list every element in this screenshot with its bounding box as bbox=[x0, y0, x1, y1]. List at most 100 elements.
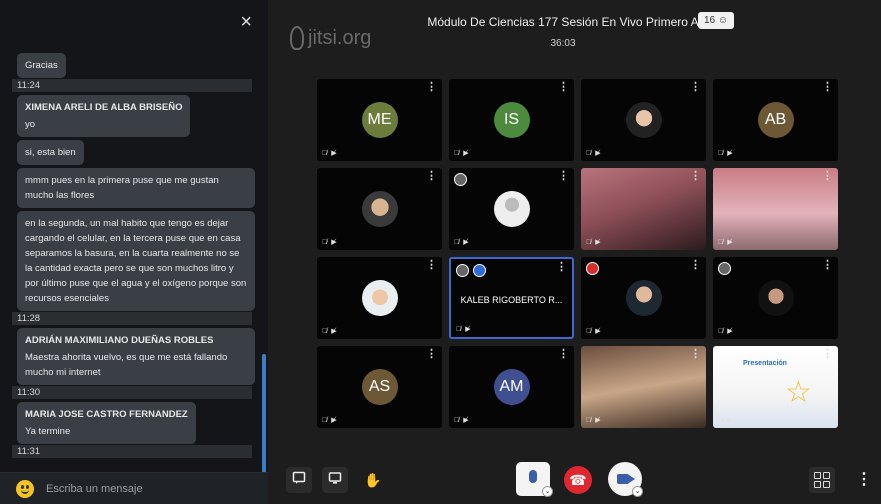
chat-message: XIMENA ARELI DE ALBA BRISEÑO yo bbox=[17, 95, 191, 137]
connection-indicator-icon[interactable] bbox=[454, 173, 467, 186]
tile-menu-icon[interactable]: ⋮ bbox=[558, 82, 569, 93]
chat-message: ADRIÁN MAXIMILIANO DUEÑAS ROBLES Maestra … bbox=[17, 328, 255, 385]
participant-tile[interactable]: AM ⋮ 🎙̸ ▶̸ bbox=[449, 346, 574, 428]
muted-mic-icon: 🎙̸ ▶̸ bbox=[718, 150, 734, 157]
chat-input-bar[interactable]: Escriba un mensaje bbox=[0, 472, 268, 504]
shared-slide-title: Presentación bbox=[743, 360, 787, 367]
participant-tile[interactable]: AS ⋮ 🎙̸ ▶̸ bbox=[317, 346, 442, 428]
muted-mic-icon: 🎙̸ ▶̸ bbox=[322, 417, 338, 424]
jitsi-logo: jitsi.org bbox=[290, 26, 371, 50]
jitsi-meeting-window: × Gracias 11:24 XIMENA ARELI DE ALBA BRISE… bbox=[0, 0, 881, 504]
participant-tile[interactable]: AB ⋮ 🎙̸ ▶̸ bbox=[713, 79, 838, 161]
participant-tile[interactable]: ⋮ 🎙̸ ▶̸ bbox=[581, 79, 706, 161]
participant-tile[interactable]: ⋮ 🎙̸ ▶̸ bbox=[581, 168, 706, 250]
chat-toggle-button[interactable] bbox=[286, 467, 312, 493]
message-text: mmm pues en la primera puse que me gusta… bbox=[25, 175, 219, 201]
tile-menu-icon[interactable]: ⋮ bbox=[690, 171, 701, 182]
tile-menu-icon[interactable]: ⋮ bbox=[558, 349, 569, 360]
participant-avatar bbox=[757, 280, 794, 316]
participant-tile[interactable]: ⋮ 🎙̸ ▶̸ bbox=[581, 346, 706, 428]
tile-menu-icon[interactable]: ⋮ bbox=[556, 262, 567, 273]
hangup-icon: ☎ bbox=[569, 472, 587, 488]
tile-menu-icon[interactable]: ⋮ bbox=[822, 171, 833, 182]
participant-tile[interactable]: IS ⋮ 🎙̸ ▶̸ bbox=[449, 79, 574, 161]
message-text: Ya termine bbox=[25, 426, 71, 437]
muted-mic-icon: 🎙̸ ▶̸ bbox=[454, 417, 470, 424]
conference-area: jitsi.org Módulo De Ciencias 177 Sesión … bbox=[268, 0, 881, 504]
jitsi-logo-icon bbox=[290, 26, 304, 50]
participant-tile[interactable]: ⋮ 🎙̸ ▶̸ bbox=[713, 257, 838, 339]
participant-avatar bbox=[625, 280, 662, 316]
message-timestamp: 11:31 bbox=[12, 445, 252, 458]
chat-message: si, esta bien bbox=[17, 140, 84, 165]
participant-tile[interactable]: ⋮ 🎙̸ ▶̸ bbox=[317, 168, 442, 250]
chat-scrollbar[interactable] bbox=[262, 354, 266, 472]
message-text: en la segunda, un mal habito que tengo e… bbox=[25, 218, 247, 304]
tile-menu-icon[interactable]: ⋮ bbox=[690, 82, 701, 93]
participant-tile[interactable]: ME ⋮ 🎙̸ ▶̸ bbox=[317, 79, 442, 161]
slide-star-icon: ☆ bbox=[785, 376, 812, 409]
message-timestamp: 11:28 bbox=[12, 312, 252, 325]
tile-menu-icon[interactable]: ⋮ bbox=[426, 82, 437, 93]
participant-tile[interactable]: ⋮ 🎙̸ ▶̸ bbox=[713, 168, 838, 250]
muted-mic-icon: 🎙̸ ▶̸ bbox=[586, 150, 602, 157]
participant-avatar: ME bbox=[361, 102, 398, 138]
participant-tile[interactable]: Presentación ☆ ⋮ 🎙̸ ▶̸ bbox=[713, 346, 838, 428]
participant-avatar: AS bbox=[361, 369, 398, 405]
camera-options-chevron-icon[interactable]: ⌄ bbox=[632, 486, 643, 497]
participant-tile[interactable]: ⋮ 🎙̸ ▶̸ bbox=[449, 168, 574, 250]
close-chat-icon[interactable]: × bbox=[240, 12, 252, 32]
muted-mic-icon: 🎙̸ ▶̸ bbox=[586, 328, 602, 335]
emoji-picker-icon[interactable] bbox=[16, 479, 34, 498]
muted-mic-icon: 🎙̸ ▶̸ bbox=[718, 417, 734, 424]
muted-mic-icon: 🎙̸ ▶̸ bbox=[322, 328, 338, 335]
tile-menu-icon[interactable]: ⋮ bbox=[822, 260, 833, 271]
participant-tile[interactable]: ⋮ 🎙̸ ▶̸ bbox=[317, 257, 442, 339]
message-sender: XIMENA ARELI DE ALBA BRISEÑO bbox=[25, 102, 183, 113]
participant-avatar bbox=[361, 280, 398, 316]
tile-menu-icon[interactable]: ⋮ bbox=[822, 349, 833, 360]
participant-avatar: AB bbox=[757, 102, 794, 138]
connection-indicator-icon[interactable] bbox=[718, 262, 731, 275]
tile-menu-icon[interactable]: ⋮ bbox=[426, 349, 437, 360]
participant-avatar: AM bbox=[493, 369, 530, 405]
more-options-icon[interactable]: ⋮ bbox=[856, 468, 872, 492]
tile-menu-icon[interactable]: ⋮ bbox=[690, 349, 701, 360]
chat-message-list[interactable]: Gracias 11:24 XIMENA ARELI DE ALBA BRISEÑO… bbox=[0, 44, 268, 472]
tile-view-button[interactable] bbox=[809, 467, 835, 493]
chat-panel: × Gracias 11:24 XIMENA ARELI DE ALBA BRISE… bbox=[0, 0, 268, 504]
hangup-button[interactable]: ☎ bbox=[564, 466, 592, 494]
participant-tile[interactable]: ⋮ 🎙̸ ▶̸ bbox=[581, 257, 706, 339]
tile-menu-icon[interactable]: ⋮ bbox=[690, 260, 701, 271]
participant-count: 16 bbox=[704, 15, 716, 26]
chat-message: Gracias bbox=[17, 53, 66, 78]
screen-share-button[interactable] bbox=[322, 467, 348, 493]
microphone-button[interactable]: ⌄ bbox=[516, 462, 553, 497]
muted-mic-icon: 🎙̸ ▶̸ bbox=[322, 150, 338, 157]
raise-hand-icon: ✋ bbox=[364, 472, 382, 488]
muted-mic-icon: 🎙̸ ▶̸ bbox=[586, 239, 602, 246]
participant-count-badge[interactable]: 16 ☺ bbox=[698, 12, 735, 29]
connection-indicator-icon[interactable] bbox=[586, 262, 599, 275]
message-text: Maestra ahorita vuelvo, es que me está f… bbox=[25, 352, 228, 378]
screen-share-icon bbox=[328, 472, 342, 484]
message-sender: MARIA JOSE CASTRO FERNANDEZ bbox=[25, 409, 188, 420]
participant-avatar bbox=[361, 191, 398, 227]
tile-menu-icon[interactable]: ⋮ bbox=[822, 82, 833, 93]
raise-hand-button[interactable]: ✋ bbox=[360, 467, 386, 493]
message-sender: ADRIÁN MAXIMILIANO DUEÑAS ROBLES bbox=[25, 335, 214, 346]
mic-options-chevron-icon[interactable]: ⌄ bbox=[542, 486, 553, 497]
camera-button[interactable]: ⌄ bbox=[608, 462, 643, 497]
chat-message: en la segunda, un mal habito que tengo e… bbox=[17, 211, 255, 311]
connection-indicator-icon[interactable] bbox=[456, 264, 469, 277]
message-timestamp: 11:24 bbox=[12, 79, 252, 92]
tile-menu-icon[interactable]: ⋮ bbox=[426, 171, 437, 182]
tile-menu-icon[interactable]: ⋮ bbox=[558, 171, 569, 182]
chat-message: MARIA JOSE CASTRO FERNANDEZ Ya termine bbox=[17, 402, 196, 444]
message-text: si, esta bien bbox=[25, 147, 76, 158]
participant-tile[interactable]: KALEB RIGOBERTO R... ⋮ 🎙̸ ▶̸ bbox=[449, 257, 574, 339]
tile-menu-icon[interactable]: ⋮ bbox=[426, 260, 437, 271]
chat-message-input[interactable]: Escriba un mensaje bbox=[46, 483, 143, 495]
message-text: yo bbox=[25, 119, 36, 130]
chat-header: × bbox=[0, 0, 268, 44]
